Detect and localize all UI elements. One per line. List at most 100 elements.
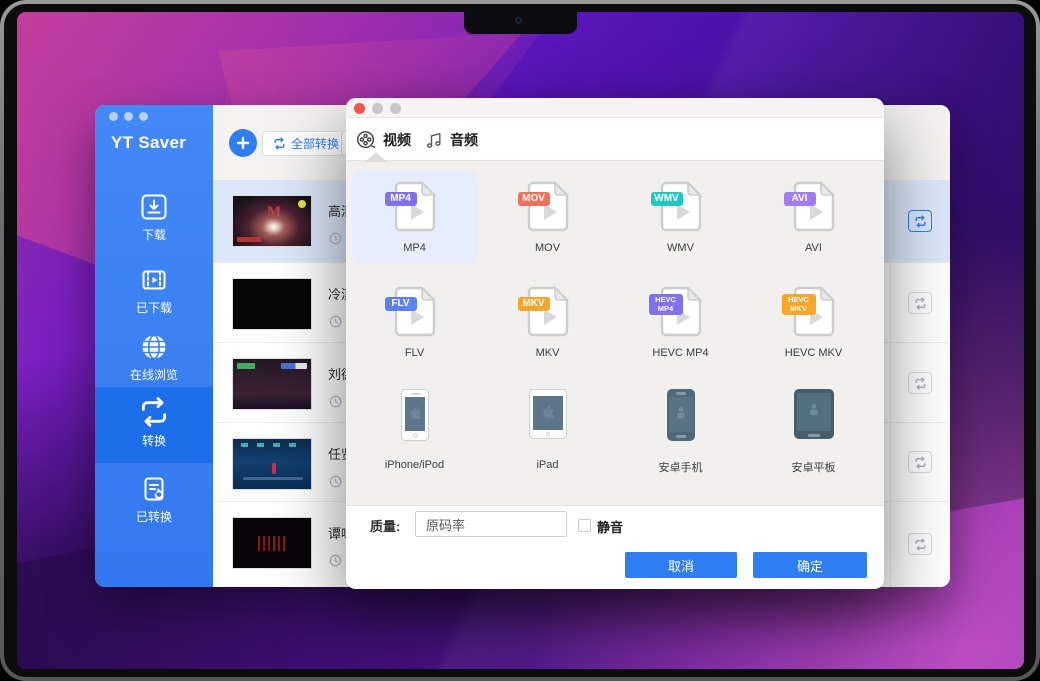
quality-label: 质量: bbox=[370, 516, 400, 535]
active-tab-indicator bbox=[366, 153, 386, 162]
cancel-button[interactable]: 取消 bbox=[625, 552, 737, 578]
clock-icon bbox=[329, 395, 342, 413]
video-thumbnail: M bbox=[232, 195, 312, 247]
sidebar-label: 在线浏览 bbox=[95, 366, 213, 383]
convert-row-button[interactable] bbox=[908, 210, 932, 232]
plus-icon bbox=[236, 136, 250, 150]
convert-all-button[interactable]: 全部转换 bbox=[262, 131, 350, 156]
video-file-icon bbox=[659, 180, 703, 233]
app-title: YT Saver bbox=[111, 133, 186, 153]
display-notch bbox=[464, 12, 577, 34]
window-controls[interactable] bbox=[109, 112, 148, 121]
ipad-icon bbox=[529, 389, 567, 439]
add-url-button[interactable] bbox=[229, 129, 257, 157]
dialog-tabs: 视频 音频 bbox=[346, 118, 884, 161]
format-card-avi[interactable]: AVI AVI bbox=[751, 170, 876, 264]
format-label: HEVC MKV bbox=[751, 347, 876, 359]
device-card-iphone[interactable]: iPhone/iPod bbox=[352, 381, 477, 481]
video-file-icon bbox=[393, 285, 437, 338]
camera-dot bbox=[515, 17, 522, 24]
convert-row-button[interactable] bbox=[908, 372, 932, 394]
format-badge: WMV bbox=[651, 192, 683, 206]
video-file-icon bbox=[393, 180, 437, 233]
tab-video-label: 视频 bbox=[383, 130, 411, 150]
device-label: 安卓平板 bbox=[751, 459, 876, 475]
sidebar-label: 已下载 bbox=[95, 299, 213, 316]
device-card-ipad[interactable]: iPad bbox=[485, 381, 610, 481]
format-card-mov[interactable]: MOV MOV bbox=[485, 170, 610, 264]
device-card-android-tablet[interactable]: 安卓平板 bbox=[751, 381, 876, 481]
android-tablet-icon bbox=[794, 389, 834, 439]
format-label: MP4 bbox=[352, 242, 477, 254]
film-icon bbox=[139, 265, 169, 295]
format-badge: MKV bbox=[518, 297, 550, 311]
sidebar-label: 已转换 bbox=[95, 508, 213, 525]
video-file-icon bbox=[792, 180, 836, 233]
document-refresh-icon bbox=[139, 474, 169, 504]
maximize-button[interactable] bbox=[390, 103, 401, 114]
clock-icon bbox=[329, 554, 342, 572]
convert-row-button[interactable] bbox=[908, 292, 932, 314]
format-label: WMV bbox=[618, 242, 743, 254]
sidebar-item-converted[interactable]: 已转换 bbox=[95, 467, 213, 539]
format-label: FLV bbox=[352, 347, 477, 359]
format-card-hevc-mkv[interactable]: HEVC MKV HEVC MKV bbox=[751, 275, 876, 369]
device-label: 安卓手机 bbox=[618, 459, 743, 475]
music-note-icon bbox=[424, 130, 444, 150]
format-card-wmv[interactable]: WMV WMV bbox=[618, 170, 743, 264]
android-phone-icon bbox=[667, 389, 695, 441]
convert-icon bbox=[138, 396, 170, 428]
video-thumbnail bbox=[232, 517, 312, 569]
device-label: iPhone/iPod bbox=[352, 459, 477, 471]
device-card-android-phone[interactable]: 安卓手机 bbox=[618, 381, 743, 481]
list-divider bbox=[890, 180, 891, 587]
convert-row-button[interactable] bbox=[908, 451, 932, 473]
close-button[interactable] bbox=[354, 103, 365, 114]
video-thumbnail bbox=[232, 278, 312, 330]
format-label: HEVC MP4 bbox=[618, 347, 743, 359]
clock-icon bbox=[329, 315, 342, 333]
sidebar: YT Saver 下载 已下载 在线浏览 转换 bbox=[95, 105, 213, 587]
format-label: AVI bbox=[751, 242, 876, 254]
tab-audio[interactable]: 音频 bbox=[424, 118, 478, 161]
dialog-titlebar bbox=[346, 98, 884, 118]
convert-all-label: 全部转换 bbox=[291, 135, 339, 152]
format-label: MKV bbox=[485, 347, 610, 359]
convert-row-button[interactable] bbox=[908, 533, 932, 555]
sidebar-label: 转换 bbox=[95, 432, 213, 449]
format-badge: HEVC MP4 bbox=[649, 294, 683, 315]
video-file-icon bbox=[526, 285, 570, 338]
format-card-mp4[interactable]: MP4 MP4 bbox=[352, 170, 477, 264]
minimize-button[interactable] bbox=[372, 103, 383, 114]
sidebar-item-downloaded[interactable]: 已下载 bbox=[95, 258, 213, 330]
video-thumbnail bbox=[232, 438, 312, 490]
format-badge: FLV bbox=[385, 297, 417, 311]
clock-icon bbox=[329, 232, 342, 250]
clock-icon bbox=[329, 475, 342, 493]
device-label: iPad bbox=[485, 459, 610, 471]
film-reel-icon bbox=[355, 129, 377, 151]
mute-label: 静音 bbox=[597, 517, 623, 536]
tab-audio-label: 音频 bbox=[450, 130, 478, 150]
format-card-hevc-mp4[interactable]: HEVC MP4 HEVC MP4 bbox=[618, 275, 743, 369]
iphone-icon bbox=[401, 389, 429, 441]
video-thumbnail bbox=[232, 358, 312, 410]
download-icon bbox=[139, 192, 169, 222]
sidebar-label: 下载 bbox=[95, 226, 213, 243]
mute-checkbox[interactable] bbox=[578, 519, 591, 532]
format-card-mkv[interactable]: MKV MKV bbox=[485, 275, 610, 369]
format-badge: AVI bbox=[784, 192, 816, 206]
globe-icon bbox=[139, 332, 169, 362]
format-badge: MP4 bbox=[385, 192, 417, 206]
laptop-frame: 全部转换 M 高清 冷漠 bbox=[0, 0, 1040, 681]
sidebar-item-convert[interactable]: 转换 bbox=[95, 387, 213, 463]
ok-button[interactable]: 确定 bbox=[753, 552, 867, 578]
dialog-footer: 质量: 静音 取消 确定 bbox=[346, 505, 884, 589]
format-badge: HEVC MKV bbox=[782, 294, 816, 315]
convert-dialog: 视频 音频 MP4 MP4 MOV MOV bbox=[346, 98, 884, 589]
format-card-flv[interactable]: FLV FLV bbox=[352, 275, 477, 369]
sidebar-item-download[interactable]: 下载 bbox=[95, 185, 213, 257]
quality-input[interactable] bbox=[415, 511, 567, 537]
video-file-icon bbox=[526, 180, 570, 233]
format-badge: MOV bbox=[518, 192, 550, 206]
